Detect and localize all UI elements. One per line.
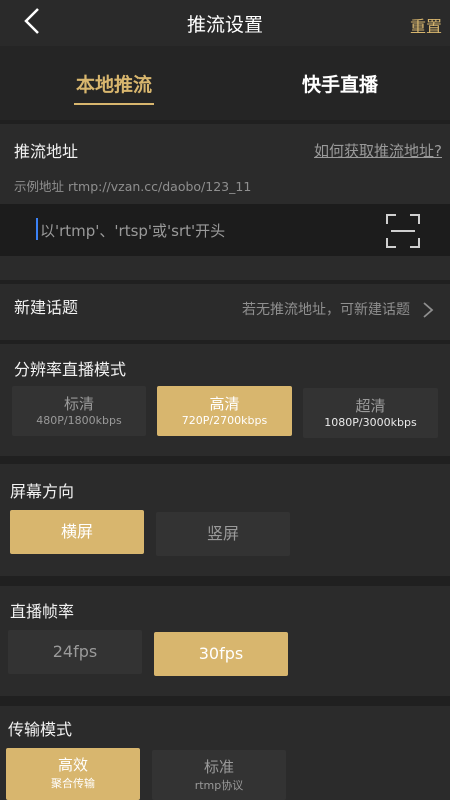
option-title: 高效 [57, 756, 88, 774]
orientation-label: 屏幕方向 [10, 482, 75, 501]
reset-button[interactable]: 重置 [410, 13, 442, 37]
resolution-section: 分辨率直播模式 标清 480P/1800kbps 高清 720P/2700kbp… [0, 344, 450, 456]
option-subtitle: 聚合传输 [51, 777, 95, 790]
orientation-section: 屏幕方向 横屏 竖屏 [0, 464, 450, 576]
resolution-sd-button[interactable]: 标清 480P/1800kbps [12, 386, 146, 436]
new-topic-hint: 若无推流地址，可新建话题 [242, 302, 410, 318]
transport-label: 传输模式 [8, 720, 73, 739]
push-url-field [0, 204, 450, 256]
fps-24-button[interactable]: 24fps [8, 630, 142, 674]
framerate-section: 直播帧率 24fps 30fps [0, 586, 450, 696]
transport-standard-button[interactable]: 标准 rtmp协议 [152, 750, 286, 800]
landscape-button[interactable]: 横屏 [10, 510, 144, 554]
top-bar: 推流设置 重置 [0, 0, 450, 46]
option-title: 超清 [355, 397, 386, 415]
option-subtitle: 720P/2700kbps [181, 414, 268, 427]
push-url-card: 推流地址 如何获取推流地址? 示例地址 rtmp://vzan.cc/daobo… [0, 124, 450, 280]
how-to-get-url-link[interactable]: 如何获取推流地址? [314, 140, 442, 161]
tab-local-push[interactable]: 本地推流 [73, 70, 155, 105]
resolution-uhd-button[interactable]: 超清 1080P/3000kbps [303, 388, 438, 438]
tab-kuaishou-live[interactable]: 快手直播 [302, 70, 378, 97]
resolution-label: 分辨率直播模式 [14, 360, 127, 379]
option-title: 标准 [203, 758, 234, 776]
resolution-hd-button[interactable]: 高清 720P/2700kbps [157, 386, 292, 436]
portrait-button[interactable]: 竖屏 [156, 512, 290, 556]
new-topic-row[interactable]: 新建话题 若无推流地址，可新建话题 [0, 284, 450, 340]
new-topic-label: 新建话题 [14, 298, 79, 317]
chevron-right-icon [423, 302, 434, 318]
option-title: 高清 [209, 395, 240, 413]
push-url-input[interactable] [38, 218, 372, 244]
transport-section: 传输模式 高效 聚合传输 标准 rtmp协议 [0, 706, 450, 800]
option-title: 标清 [63, 395, 94, 413]
tab-bar: 本地推流 快手直播 [0, 46, 450, 120]
option-subtitle: rtmp协议 [194, 779, 244, 792]
scan-icon[interactable] [386, 214, 420, 248]
push-url-label: 推流地址 [14, 142, 79, 161]
option-subtitle: 1080P/3000kbps [324, 416, 417, 429]
framerate-label: 直播帧率 [10, 602, 75, 621]
fps-30-button[interactable]: 30fps [154, 632, 288, 676]
transport-efficient-button[interactable]: 高效 聚合传输 [6, 748, 140, 800]
page-title: 推流设置 [186, 14, 263, 36]
option-subtitle: 480P/1800kbps [36, 414, 122, 427]
example-url-text: 示例地址 rtmp://vzan.cc/daobo/123_11 [14, 179, 252, 194]
